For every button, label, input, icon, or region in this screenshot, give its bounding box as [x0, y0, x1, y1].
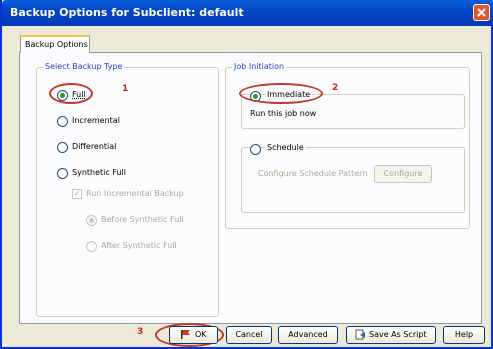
help-button[interactable]: Help [443, 326, 485, 344]
ok-button-label: OK [195, 330, 207, 339]
run-incremental-checkbox[interactable]: ✓ [72, 189, 82, 199]
save-as-script-label: Save As Script [368, 330, 427, 339]
callout-number-2: 2 [332, 83, 339, 93]
callout-number-1: 1 [122, 84, 129, 94]
label-schedule[interactable]: Schedule [265, 143, 306, 152]
label-differential[interactable]: Differential [72, 142, 116, 151]
radio-before-synthetic[interactable] [86, 215, 97, 226]
label-run-incremental: Run Incremental Backup [86, 189, 184, 198]
radio-after-synthetic[interactable] [86, 241, 97, 252]
close-icon [477, 8, 486, 17]
save-as-script-button[interactable]: Save As Script [346, 326, 436, 344]
cancel-button[interactable]: Cancel [226, 326, 272, 344]
dialog-window: Backup Options for Subclient: default Ba… [0, 0, 493, 349]
immediate-description: Run this job now [250, 109, 317, 118]
callout-oval-immediate [239, 83, 323, 104]
checkmark-icon: ✓ [73, 189, 81, 198]
radio-schedule[interactable] [250, 144, 261, 155]
radio-incremental[interactable] [57, 116, 68, 127]
label-after-synthetic: After Synthetic Full [101, 241, 177, 250]
configure-button[interactable]: Configure [374, 165, 432, 183]
callout-oval-full [49, 83, 93, 104]
backup-type-legend: Select Backup Type [43, 62, 125, 71]
ok-flag-icon [181, 330, 191, 339]
ok-button[interactable]: OK [169, 326, 218, 344]
callout-number-3: 3 [137, 327, 144, 337]
close-button[interactable] [473, 4, 490, 21]
schedule-description: Configure Schedule Pattern [258, 169, 368, 178]
schedule-subgroup: Schedule Configure Schedule Pattern Conf… [241, 143, 465, 213]
job-initiation-legend: Job Initiation [232, 62, 287, 71]
label-before-synthetic: Before Synthetic Full [101, 215, 184, 224]
label-synthetic-full[interactable]: Synthetic Full [72, 168, 126, 177]
radio-synthetic-full[interactable] [57, 168, 68, 179]
window-title: Backup Options for Subclient: default [10, 6, 244, 19]
radio-differential[interactable] [57, 142, 68, 153]
advanced-button[interactable]: Advanced [278, 326, 338, 344]
title-bar[interactable]: Backup Options for Subclient: default [2, 0, 493, 26]
script-icon [355, 329, 366, 340]
label-incremental[interactable]: Incremental [72, 116, 120, 125]
backup-type-group: Select Backup Type Full Incremental Diff… [36, 62, 219, 317]
tab-backup-options[interactable]: Backup Options [20, 35, 90, 53]
tab-panel: Select Backup Type Full Incremental Diff… [19, 52, 482, 324]
